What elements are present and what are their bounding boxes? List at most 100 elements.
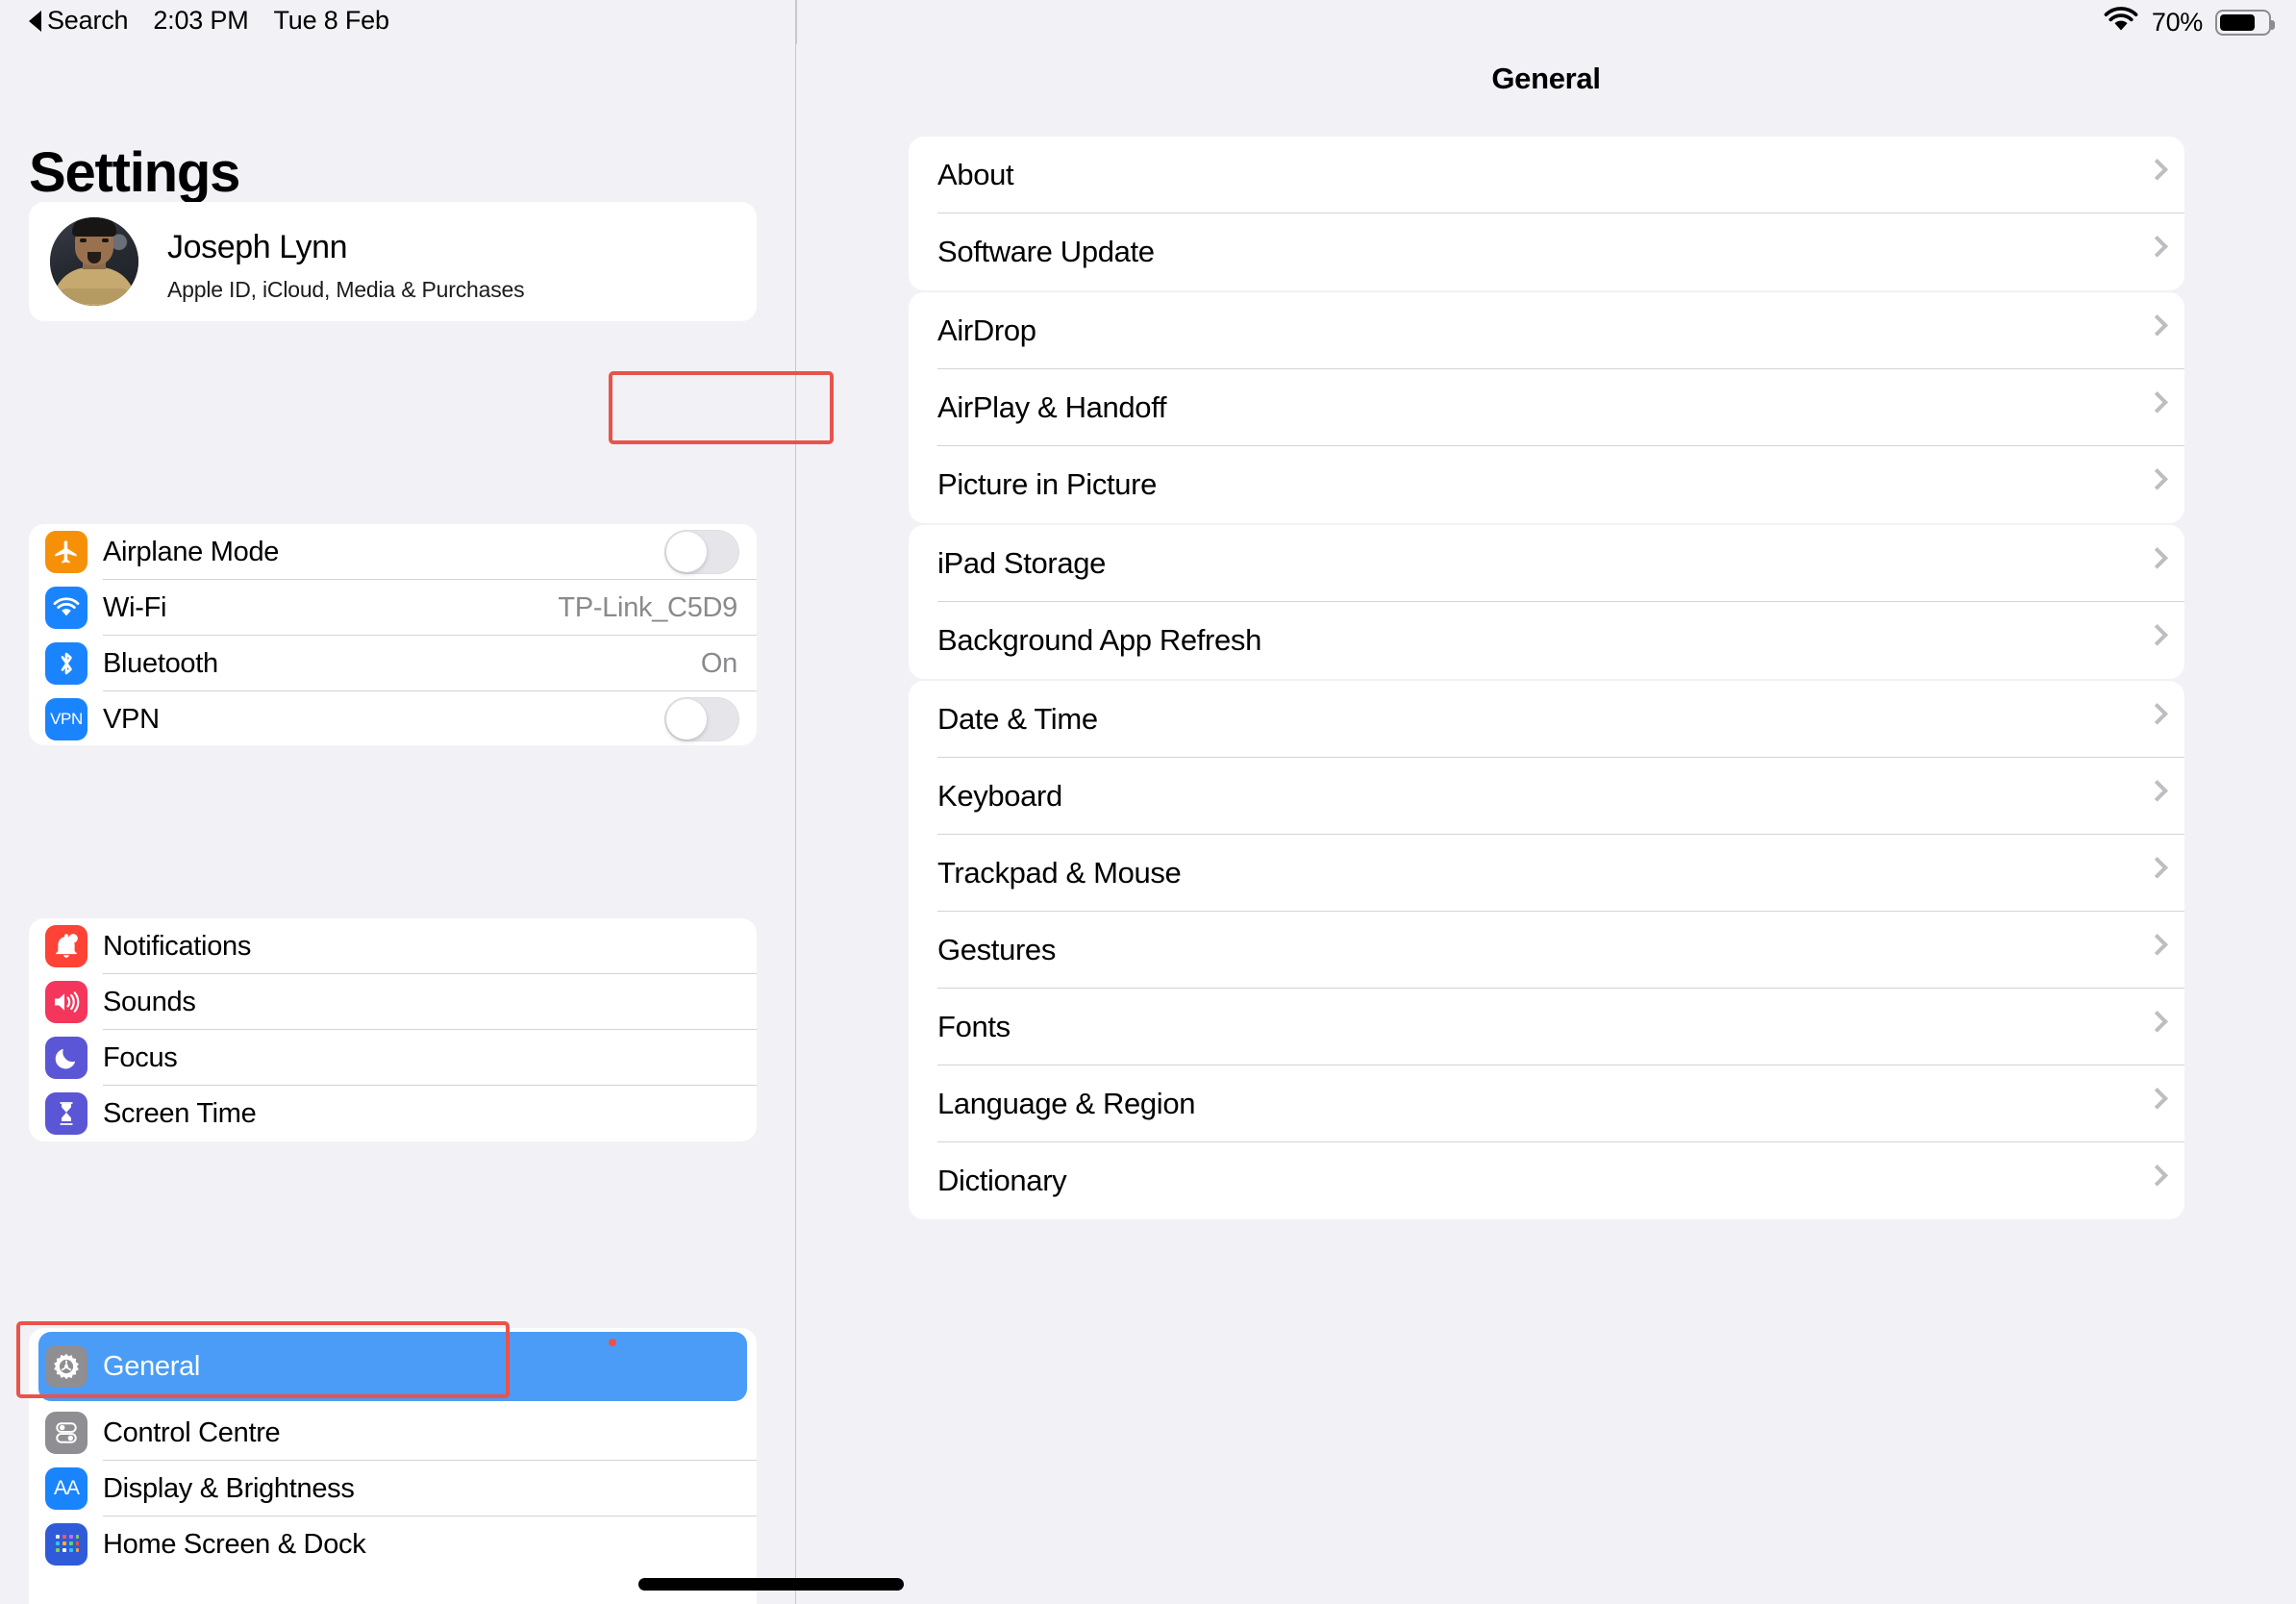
sidebar-item-wifi[interactable]: Wi-Fi TP-Link_C5D9	[29, 580, 757, 636]
chevron-right-icon	[2146, 314, 2168, 337]
detail-item-airdrop[interactable]: AirDrop	[909, 292, 2184, 369]
hourglass-icon	[45, 1092, 87, 1135]
chevron-right-icon	[2146, 1011, 2168, 1033]
detail-group-system: Date & Time Keyboard Trackpad & Mouse Ge…	[909, 681, 2184, 1219]
sidebar-item-sounds[interactable]: Sounds	[29, 974, 757, 1030]
settings-sidebar: Settings Joseph Lynn Apple ID, iCloud, M…	[0, 44, 796, 1604]
wifi-icon	[45, 587, 87, 629]
detail-item-gestures[interactable]: Gestures	[909, 912, 2184, 989]
sidebar-group-notifications: Notifications Sounds Focus Screen Time	[29, 918, 757, 1141]
sidebar-item-screen-time[interactable]: Screen Time	[29, 1086, 757, 1141]
detail-item-about[interactable]: About	[909, 137, 2184, 213]
battery-percent-label: 70%	[2151, 8, 2203, 37]
detail-panel-title: General	[1491, 62, 1601, 95]
chevron-right-icon	[2146, 1165, 2168, 1187]
detail-item-language-region[interactable]: Language & Region	[909, 1065, 2184, 1142]
sidebar-item-label: General	[103, 1351, 201, 1382]
detail-item-trackpad-mouse[interactable]: Trackpad & Mouse	[909, 835, 2184, 912]
sidebar-item-label: Control Centre	[103, 1416, 281, 1448]
detail-item-fonts[interactable]: Fonts	[909, 989, 2184, 1065]
chevron-right-icon	[2146, 703, 2168, 725]
speaker-icon	[45, 981, 87, 1023]
chevron-right-icon	[2146, 1088, 2168, 1110]
sidebar-item-label: Focus	[103, 1041, 178, 1073]
chevron-right-icon	[2146, 468, 2168, 490]
bluetooth-status-value: On	[700, 647, 737, 679]
chevron-right-icon	[2146, 934, 2168, 956]
sidebar-item-control-centre[interactable]: Control Centre	[29, 1405, 757, 1461]
sidebar-item-vpn[interactable]: VPN VPN	[29, 691, 757, 745]
sidebar-item-general[interactable]: General	[29, 1328, 757, 1405]
detail-item-picture-in-picture[interactable]: Picture in Picture	[909, 446, 2184, 523]
sidebar-item-airplane-mode[interactable]: Airplane Mode	[29, 524, 757, 580]
detail-item-label: Keyboard	[937, 779, 1062, 813]
display-brightness-icon: AA	[45, 1467, 87, 1510]
battery-icon	[2215, 10, 2275, 36]
detail-item-airplay-handoff[interactable]: AirPlay & Handoff	[909, 369, 2184, 446]
status-bar-left[interactable]: Search 2:03 PM Tue 8 Feb	[29, 6, 389, 36]
detail-item-label: Dictionary	[937, 1164, 1067, 1197]
detail-item-software-update[interactable]: Software Update	[909, 213, 2184, 290]
detail-item-label: iPad Storage	[937, 546, 1107, 580]
bluetooth-icon	[45, 642, 87, 685]
sidebar-item-display-brightness[interactable]: AA Display & Brightness	[29, 1461, 757, 1516]
detail-item-keyboard[interactable]: Keyboard	[909, 758, 2184, 835]
status-time: 2:03 PM	[153, 6, 249, 35]
detail-item-label: Gestures	[937, 933, 1056, 966]
chevron-right-icon	[2146, 159, 2168, 181]
detail-item-label: Trackpad & Mouse	[937, 856, 1182, 890]
detail-item-ipad-storage[interactable]: iPad Storage	[909, 525, 2184, 602]
sidebar-item-label: Bluetooth	[103, 647, 218, 679]
sidebar-item-label: Home Screen & Dock	[103, 1528, 366, 1560]
chevron-right-icon	[2146, 780, 2168, 802]
detail-item-label: AirPlay & Handoff	[937, 390, 1167, 424]
sidebar-group-general: General Control Centre AA Display & Brig…	[29, 1328, 757, 1604]
back-arrow-icon[interactable]	[29, 10, 41, 32]
chevron-right-icon	[2146, 391, 2168, 414]
sidebar-item-notifications[interactable]: Notifications	[29, 918, 757, 974]
sidebar-item-home-screen-dock[interactable]: Home Screen & Dock	[29, 1516, 757, 1572]
sidebar-group-connectivity: Airplane Mode Wi-Fi TP-Link_C5D9 Bluetoo…	[29, 524, 757, 745]
home-screen-dock-icon	[45, 1523, 87, 1566]
profile-subtitle: Apple ID, iCloud, Media & Purchases	[167, 277, 525, 302]
sidebar-item-label: Wi-Fi	[103, 591, 167, 623]
general-detail-panel: General About Software Update AirDrop Ai…	[796, 44, 2296, 1604]
moon-icon	[45, 1037, 87, 1079]
detail-item-label: Language & Region	[937, 1087, 1196, 1120]
detail-item-dictionary[interactable]: Dictionary	[909, 1142, 2184, 1219]
status-bar-right: 70%	[2103, 7, 2275, 38]
sidebar-item-label: VPN	[103, 703, 160, 735]
avatar	[50, 217, 138, 306]
status-back-label[interactable]: Search	[47, 6, 129, 36]
profile-card[interactable]: Joseph Lynn Apple ID, iCloud, Media & Pu…	[29, 202, 757, 321]
home-indicator[interactable]	[638, 1578, 904, 1591]
detail-item-label: Software Update	[937, 235, 1155, 268]
detail-item-date-time[interactable]: Date & Time	[909, 681, 2184, 758]
detail-item-label: Fonts	[937, 1010, 1011, 1043]
profile-name: Joseph Lynn	[167, 229, 348, 265]
sidebar-item-label: Display & Brightness	[103, 1472, 355, 1504]
detail-item-label: Picture in Picture	[937, 467, 1158, 501]
chevron-right-icon	[2146, 547, 2168, 569]
sidebar-item-label: Notifications	[103, 930, 252, 962]
page-title: Settings	[29, 141, 240, 204]
ipad-settings-screen: Search 2:03 PM Tue 8 Feb 70% Settings Jo…	[0, 0, 2296, 1604]
vpn-toggle[interactable]	[664, 697, 739, 741]
detail-item-label: Background App Refresh	[937, 623, 1261, 657]
sidebar-item-label: Sounds	[103, 986, 196, 1017]
airplane-icon	[45, 531, 87, 573]
chevron-right-icon	[2146, 624, 2168, 646]
sidebar-item-bluetooth[interactable]: Bluetooth On	[29, 636, 757, 691]
status-bar: Search 2:03 PM Tue 8 Feb 70%	[0, 0, 2296, 44]
chevron-right-icon	[2146, 236, 2168, 258]
sidebar-item-focus[interactable]: Focus	[29, 1030, 757, 1086]
detail-item-label: Date & Time	[937, 702, 1098, 736]
wifi-icon	[2103, 7, 2139, 38]
wifi-network-value: TP-Link_C5D9	[558, 591, 737, 623]
detail-item-background-app-refresh[interactable]: Background App Refresh	[909, 602, 2184, 679]
airplane-mode-toggle[interactable]	[664, 530, 739, 574]
sidebar-item-label: Screen Time	[103, 1097, 257, 1129]
detail-group-storage: iPad Storage Background App Refresh	[909, 525, 2184, 679]
detail-group-about: About Software Update	[909, 137, 2184, 290]
bell-icon	[45, 925, 87, 967]
